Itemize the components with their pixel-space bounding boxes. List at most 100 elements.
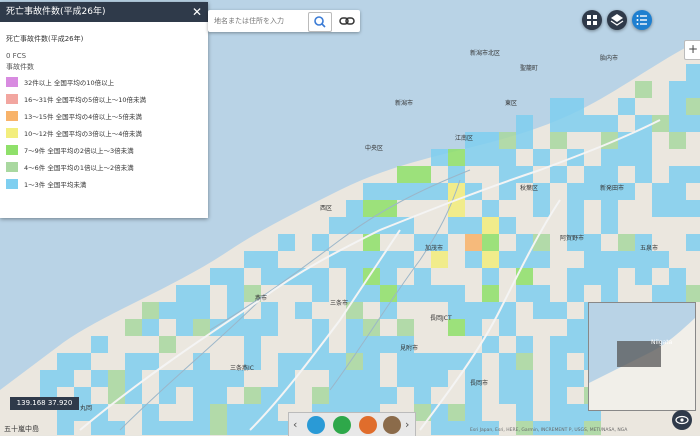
place-label: 加茂市 xyxy=(425,244,443,252)
grid-cell xyxy=(686,234,700,251)
grid-cell xyxy=(567,217,584,234)
place-label: 新発田市 xyxy=(600,184,624,192)
grid-cell xyxy=(516,404,533,421)
grid-cell xyxy=(482,268,499,285)
grid-cell xyxy=(550,132,567,149)
legend-item: 1〜3件 全国平均未満 xyxy=(6,176,202,191)
next-arrow-icon[interactable]: › xyxy=(405,418,409,431)
grid-cell xyxy=(448,421,465,435)
measure-tool-icon[interactable] xyxy=(359,416,377,434)
list-icon xyxy=(636,15,647,25)
grid-cell xyxy=(635,166,652,183)
grid-cell xyxy=(533,302,550,319)
search-icon xyxy=(314,16,326,28)
grid-cell xyxy=(159,336,176,353)
grid-cell xyxy=(482,251,499,268)
grid-cell xyxy=(533,251,550,268)
grid-cell xyxy=(567,183,584,200)
grid-cell xyxy=(414,166,431,183)
legend-label: 32件以上 全国平均の10倍以上 xyxy=(24,78,115,87)
grid-cell xyxy=(380,217,397,234)
grid-cell xyxy=(686,166,700,183)
grid-cell xyxy=(278,234,295,251)
grid-cell xyxy=(57,421,74,435)
grid-cell xyxy=(261,404,278,421)
grid-cell xyxy=(516,370,533,387)
grid-cell xyxy=(346,302,363,319)
place-label: 長岡JCT xyxy=(430,315,452,322)
grid-cell xyxy=(635,149,652,166)
grid-cell xyxy=(193,319,210,336)
place-label: 燕市 xyxy=(255,294,267,302)
grid-cell xyxy=(499,319,516,336)
grid-cell xyxy=(193,302,210,319)
grid-cell xyxy=(499,132,516,149)
grid-cell xyxy=(550,115,567,132)
grid-cell xyxy=(397,166,414,183)
grid-cell xyxy=(142,353,159,370)
legend-swatch xyxy=(6,144,18,155)
place-label: 新潟市北区 xyxy=(470,49,500,57)
draw-tool-icon[interactable] xyxy=(333,416,351,434)
layers-button[interactable] xyxy=(607,10,627,30)
grid-cell xyxy=(397,183,414,200)
grid-cell xyxy=(295,302,312,319)
grid-cell xyxy=(618,251,635,268)
place-label: 三条燕IC xyxy=(230,364,254,372)
legend-item: 7〜9件 全国平均の2倍以上〜3倍未満 xyxy=(6,142,202,157)
eye-icon[interactable] xyxy=(672,410,692,430)
grid-cell xyxy=(669,115,686,132)
grid-cell xyxy=(686,200,700,217)
grid-cell xyxy=(363,370,380,387)
share-tool-icon[interactable] xyxy=(307,416,325,434)
grid-cell xyxy=(635,251,652,268)
prev-arrow-icon[interactable]: ‹ xyxy=(293,418,297,431)
grid-cell xyxy=(499,353,516,370)
grid-cell xyxy=(516,115,533,132)
legend-item: 16〜31件 全国平均の5倍以上〜10倍未満 xyxy=(6,91,202,106)
legend-swatch xyxy=(6,110,18,121)
link-button[interactable] xyxy=(338,12,356,30)
place-label: 胎内市 xyxy=(600,54,618,62)
grid-cell xyxy=(363,183,380,200)
grid-cell xyxy=(669,98,686,115)
grid-cell xyxy=(669,285,686,302)
close-icon[interactable]: ✕ xyxy=(192,2,202,22)
grid-cell xyxy=(601,200,618,217)
grid-cell xyxy=(584,115,601,132)
grid-cell xyxy=(125,353,142,370)
grid-cell xyxy=(176,302,193,319)
place-label: 聖籠町 xyxy=(520,64,538,72)
legend-button[interactable] xyxy=(632,10,652,30)
place-label: 阿賀野市 xyxy=(560,234,584,242)
zoom-in-button[interactable]: + xyxy=(684,40,700,60)
legend-swatch xyxy=(6,76,18,87)
grid-cell xyxy=(312,234,329,251)
grid-cell xyxy=(397,353,414,370)
print-tool-icon[interactable] xyxy=(383,416,401,434)
grid-cell xyxy=(584,166,601,183)
search-button[interactable] xyxy=(308,12,332,32)
grid-cell xyxy=(465,217,482,234)
grid-cell xyxy=(380,336,397,353)
place-label: 西区 xyxy=(320,205,332,212)
grid-cell xyxy=(261,421,278,435)
grid-cell xyxy=(516,387,533,404)
grid-cell xyxy=(312,353,329,370)
overview-map[interactable]: Niigata xyxy=(588,302,696,411)
grid-cell xyxy=(312,387,329,404)
grid-cell xyxy=(397,319,414,336)
grid-cell xyxy=(465,319,482,336)
grid-cell xyxy=(567,285,584,302)
grid-cell xyxy=(125,319,142,336)
grid-cell xyxy=(601,217,618,234)
grid-cell xyxy=(159,421,176,435)
grid-cell xyxy=(431,251,448,268)
search-input[interactable] xyxy=(212,13,308,29)
grid-cell xyxy=(397,251,414,268)
grid-cell xyxy=(465,149,482,166)
basemap-button[interactable] xyxy=(582,10,602,30)
attribution: Esri Japan, Esri, HERE, Garmin, INCREMEN… xyxy=(470,428,628,433)
grid-cell xyxy=(397,370,414,387)
grid-cell xyxy=(533,149,550,166)
